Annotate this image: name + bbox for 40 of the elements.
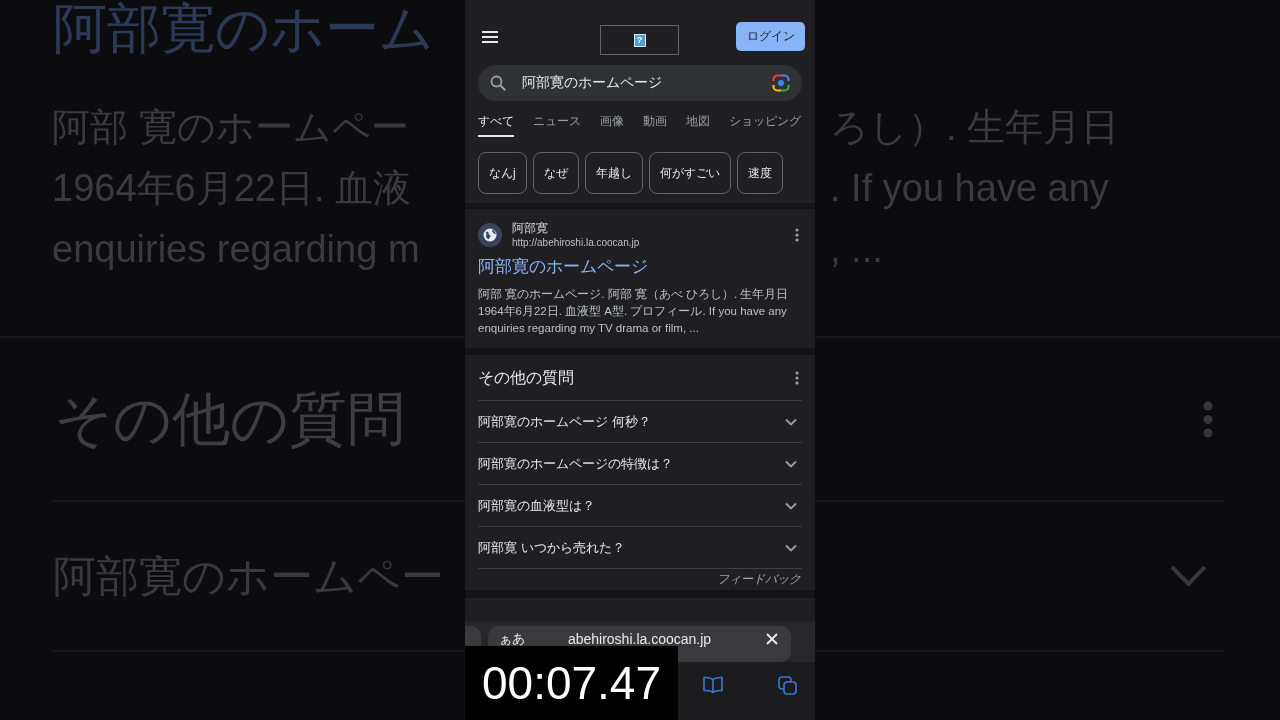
question-item[interactable]: 阿部寛 いつから売れた？ — [478, 526, 802, 568]
search-tab[interactable]: ニュース — [533, 112, 581, 137]
overlapping-squares-icon[interactable] — [778, 676, 797, 695]
suggestion-chip[interactable]: 速度 — [736, 152, 783, 194]
question-item[interactable]: 阿部寛の血液型は？ — [478, 484, 802, 526]
backdrop-snippet-line: , ... — [829, 227, 884, 272]
backdrop-title: 阿部寛のホーム — [52, 0, 435, 56]
text-size-button[interactable]: ぁあ — [499, 632, 525, 645]
login-button[interactable]: ログイン — [736, 22, 805, 51]
camera-icon[interactable] — [772, 74, 790, 92]
question-item[interactable]: 阿部寛のホームページ 何秒？ — [478, 400, 802, 442]
search-tab[interactable]: 動画 — [643, 112, 667, 137]
timer-display: 00:07.47 — [465, 646, 678, 720]
search-field[interactable]: 阿部寛のホームページ — [478, 65, 802, 101]
suggestion-chip[interactable]: なぜ — [532, 152, 579, 194]
broken-image-icon: ? — [633, 33, 646, 47]
questions-heading: その他の質問 — [478, 367, 574, 388]
search-tab[interactable]: ショッピング — [729, 112, 801, 137]
menu-icon[interactable] — [482, 31, 498, 43]
suggestion-chip[interactable]: 何がすごい — [648, 152, 731, 194]
more-options-icon[interactable] — [795, 228, 799, 242]
search-tab[interactable]: すべて — [478, 112, 514, 137]
result-title-link[interactable]: 阿部寛のホームページ — [478, 256, 802, 278]
search-tab[interactable]: 画像 — [600, 112, 624, 137]
site-name: 阿部寛 — [512, 221, 549, 236]
more-options-icon — [1203, 400, 1213, 438]
search-icon[interactable] — [490, 75, 506, 91]
globe-icon — [478, 223, 502, 247]
site-url: http://abehiroshi.la.coocan.jp — [512, 236, 640, 249]
chevron-down-icon — [1170, 565, 1207, 587]
address-text: abehiroshi.la.coocan.jp — [566, 632, 713, 646]
suggestion-chip[interactable]: なんj — [478, 152, 527, 194]
suggestion-chip[interactable]: 年越し — [584, 152, 643, 194]
feedback-link[interactable]: フィードバック — [717, 572, 801, 587]
more-options-icon[interactable] — [795, 370, 799, 385]
question-item[interactable]: 阿部寛のホームページの特徴は？ — [478, 442, 802, 484]
search-tab[interactable]: 地図 — [686, 112, 710, 137]
result-snippet: 阿部 寛のホームページ. 阿部 寛（あべ ひろし）. 生年月日 1964年6月22日. 血液型 A型. プロフィール. If you have any enquiries regarding my TV drama or film, ... — [478, 287, 790, 336]
book-icon[interactable] — [703, 676, 723, 693]
close-icon[interactable] — [766, 633, 778, 645]
